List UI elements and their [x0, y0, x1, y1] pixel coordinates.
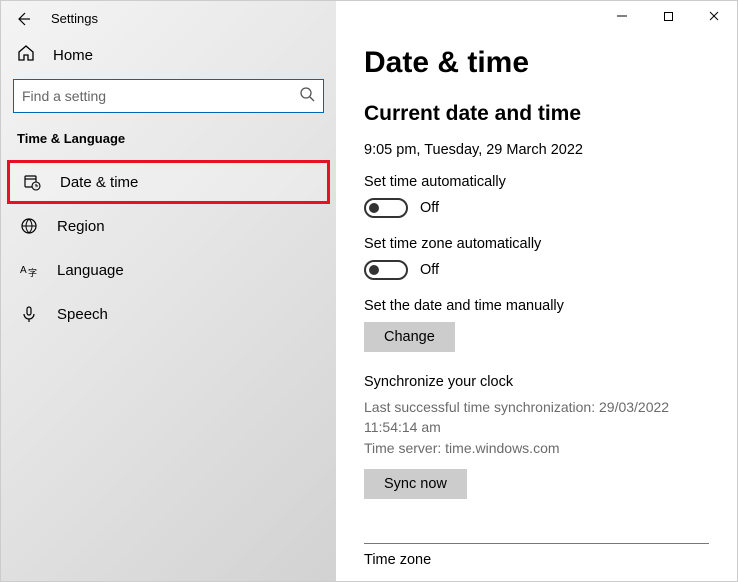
globe-icon — [19, 217, 39, 235]
divider — [364, 543, 709, 544]
window-title: Settings — [51, 11, 98, 26]
maximize-icon — [663, 11, 674, 22]
sidebar: Settings Home Time & Language Date & tim… — [1, 1, 336, 581]
sidebar-item-label: Date & time — [60, 174, 138, 191]
sync-heading: Synchronize your clock — [364, 374, 709, 390]
search-container — [1, 79, 336, 127]
section-title: Time & Language — [1, 127, 336, 160]
sidebar-item-label: Speech — [57, 306, 108, 323]
auto-time-toggle[interactable] — [364, 198, 408, 218]
close-icon — [708, 10, 720, 22]
svg-text:A: A — [20, 265, 27, 276]
timezone-heading: Time zone — [364, 552, 709, 568]
page-subheading: Current date and time — [364, 102, 709, 126]
close-button[interactable] — [691, 1, 737, 31]
main-panel: Date & time Current date and time 9:05 p… — [336, 1, 737, 581]
auto-time-label: Set time automatically — [364, 174, 709, 190]
minimize-icon — [616, 10, 628, 22]
titlebar-left: Settings — [1, 1, 336, 36]
last-sync-text: Last successful time synchronization: 29… — [364, 398, 709, 437]
content: Date & time Current date and time 9:05 p… — [336, 36, 737, 568]
search-input[interactable] — [22, 88, 299, 104]
manual-label: Set the date and time manually — [364, 298, 709, 314]
search-box[interactable] — [13, 79, 324, 113]
auto-time-state: Off — [420, 200, 439, 216]
sidebar-item-datetime[interactable]: Date & time — [7, 160, 330, 204]
sidebar-item-speech[interactable]: Speech — [1, 292, 336, 336]
sidebar-item-label: Region — [57, 218, 105, 235]
auto-tz-state: Off — [420, 262, 439, 278]
sync-section: Synchronize your clock Last successful t… — [364, 374, 709, 521]
search-icon — [299, 86, 315, 107]
sync-now-button[interactable]: Sync now — [364, 469, 467, 499]
back-button[interactable] — [13, 11, 33, 27]
home-nav[interactable]: Home — [1, 36, 336, 79]
home-icon — [17, 44, 35, 67]
sidebar-item-region[interactable]: Region — [1, 204, 336, 248]
auto-tz-toggle[interactable] — [364, 260, 408, 280]
window-controls — [336, 1, 737, 36]
sidebar-item-label: Language — [57, 262, 124, 279]
calendar-clock-icon — [22, 173, 42, 191]
svg-text:字: 字 — [28, 267, 37, 278]
time-server-text: Time server: time.windows.com — [364, 439, 709, 459]
auto-tz-label: Set time zone automatically — [364, 236, 709, 252]
page-heading: Date & time — [364, 46, 709, 80]
language-icon: A字 — [19, 261, 39, 279]
sidebar-item-language[interactable]: A字 Language — [1, 248, 336, 292]
maximize-button[interactable] — [645, 1, 691, 31]
current-time-text: 9:05 pm, Tuesday, 29 March 2022 — [364, 142, 709, 158]
minimize-button[interactable] — [599, 1, 645, 31]
arrow-left-icon — [15, 11, 31, 27]
home-label: Home — [53, 47, 93, 64]
settings-window: Settings Home Time & Language Date & tim… — [0, 0, 738, 582]
change-button[interactable]: Change — [364, 322, 455, 352]
microphone-icon — [19, 305, 39, 323]
